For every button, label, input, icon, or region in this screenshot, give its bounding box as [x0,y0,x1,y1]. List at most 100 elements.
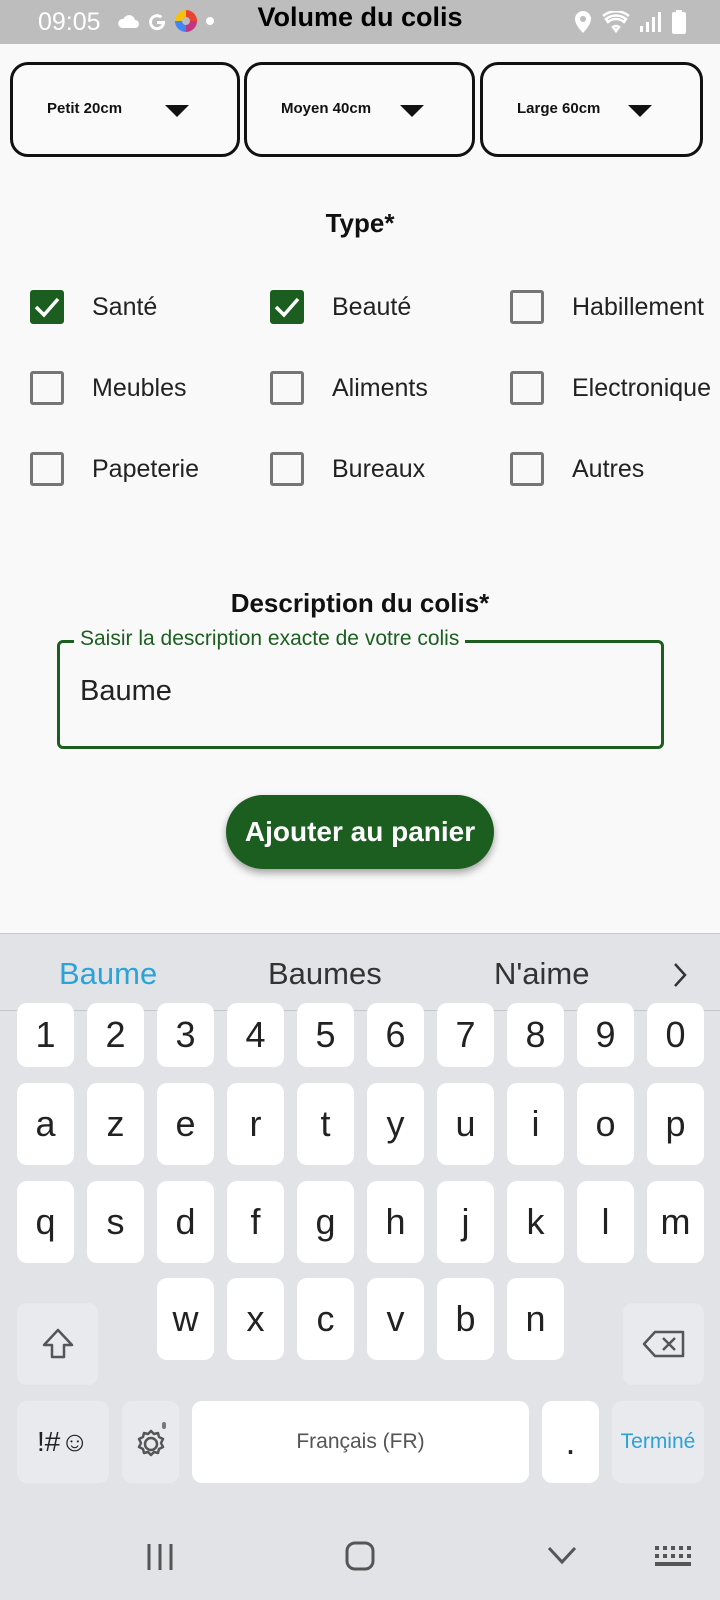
shift-key[interactable] [17,1303,98,1385]
signal-icon [640,12,661,32]
size-dropdown-medium[interactable]: Moyen 40cm [244,62,475,157]
checkbox-box[interactable] [270,371,304,405]
checkbox-meubles[interactable]: Meubles [30,368,187,408]
key-m[interactable]: m [647,1181,704,1263]
key-label: f [250,1201,261,1242]
recent-apps-icon[interactable] [145,1542,175,1572]
chevron-right-icon[interactable] [670,960,690,990]
done-key[interactable]: Terminé [612,1401,704,1483]
key-label: b [455,1298,476,1339]
checkbox-box[interactable] [30,452,64,486]
key-label: r [249,1103,262,1144]
key-c[interactable]: c [297,1278,354,1360]
key-v[interactable]: v [367,1278,424,1360]
checkbox-box[interactable] [30,371,64,405]
symbols-key[interactable]: !#☺ [17,1401,109,1483]
key-7[interactable]: 7 [437,1003,494,1067]
settings-key[interactable] [122,1401,179,1483]
key-label: e [175,1103,196,1144]
key-f[interactable]: f [227,1181,284,1263]
key-label: z [106,1103,125,1144]
key-z[interactable]: z [87,1083,144,1165]
key-q[interactable]: q [17,1181,74,1263]
checkbox-box[interactable] [510,290,544,324]
key-l[interactable]: l [577,1181,634,1263]
key-t[interactable]: t [297,1083,354,1165]
key-4[interactable]: 4 [227,1003,284,1067]
key-1[interactable]: 1 [17,1003,74,1067]
checkbox-beaute[interactable]: Beauté [270,287,411,327]
checkbox-box[interactable] [270,290,304,324]
suggestion-item[interactable]: N'aime [494,956,590,992]
checkbox-box[interactable] [510,452,544,486]
chevron-down-icon[interactable] [546,1544,578,1566]
key-e[interactable]: e [157,1083,214,1165]
checkbox-electronique[interactable]: Electronique [510,368,711,408]
description-input[interactable]: Saisir la description exacte de votre co… [57,627,664,749]
key-label: s [106,1201,125,1242]
key-g[interactable]: g [297,1181,354,1263]
key-label: 4 [245,1014,266,1055]
checkbox-sante[interactable]: Santé [30,287,157,327]
key-y[interactable]: y [367,1083,424,1165]
key-w[interactable]: w [157,1278,214,1360]
key-label: 9 [595,1014,616,1055]
description-value[interactable]: Baume [80,675,172,708]
size-dropdown-large[interactable]: Large 60cm [480,62,703,157]
period-key-label: . [565,1421,576,1462]
status-right-icons [574,10,686,34]
key-8[interactable]: 8 [507,1003,564,1067]
key-6[interactable]: 6 [367,1003,424,1067]
checkbox-autres[interactable]: Autres [510,449,644,489]
checkbox-papeterie[interactable]: Papeterie [30,449,199,489]
checkbox-box[interactable] [30,290,64,324]
key-label: l [601,1201,610,1242]
key-label: i [531,1103,540,1144]
home-icon[interactable] [344,1540,376,1572]
checkbox-aliments[interactable]: Aliments [270,368,428,408]
key-5[interactable]: 5 [297,1003,354,1067]
dropdown-label: Moyen 40cm [281,100,372,117]
battery-icon [672,10,686,34]
key-i[interactable]: i [507,1083,564,1165]
checkbox-box[interactable] [270,452,304,486]
add-to-cart-button[interactable]: Ajouter au panier [226,795,494,869]
checkbox-box[interactable] [510,371,544,405]
key-d[interactable]: d [157,1181,214,1263]
done-key-label: Terminé [620,1430,696,1453]
key-3[interactable]: 3 [157,1003,214,1067]
key-9[interactable]: 9 [577,1003,634,1067]
key-h[interactable]: h [367,1181,424,1263]
suggestion-item[interactable]: Baumes [268,956,382,992]
key-a[interactable]: a [17,1083,74,1165]
space-key[interactable]: Français (FR) [192,1401,529,1483]
key-label: t [320,1103,331,1144]
checkbox-bureaux[interactable]: Bureaux [270,449,425,489]
backspace-key[interactable] [623,1303,704,1385]
navigation-bar [0,1500,720,1600]
keyboard-icon[interactable] [655,1546,691,1568]
key-o[interactable]: o [577,1083,634,1165]
key-label: w [172,1298,199,1339]
key-b[interactable]: b [437,1278,494,1360]
key-j[interactable]: j [437,1181,494,1263]
key-2[interactable]: 2 [87,1003,144,1067]
key-0[interactable]: 0 [647,1003,704,1067]
dropdown-label: Petit 20cm [47,100,123,117]
key-x[interactable]: x [227,1278,284,1360]
period-key[interactable]: . [542,1401,599,1483]
key-n[interactable]: n [507,1278,564,1360]
size-dropdown-small[interactable]: Petit 20cm [10,62,240,157]
suggestion-item[interactable]: Baume [59,956,157,992]
key-s[interactable]: s [87,1181,144,1263]
key-r[interactable]: r [227,1083,284,1165]
checkbox-label: Autres [572,454,645,483]
key-p[interactable]: p [647,1083,704,1165]
key-label: y [386,1103,405,1144]
key-label: g [315,1201,336,1242]
key-k[interactable]: k [507,1181,564,1263]
key-u[interactable]: u [437,1083,494,1165]
location-icon [575,11,591,33]
key-label: c [316,1298,335,1339]
checkbox-habillement[interactable]: Habillement [510,287,704,327]
